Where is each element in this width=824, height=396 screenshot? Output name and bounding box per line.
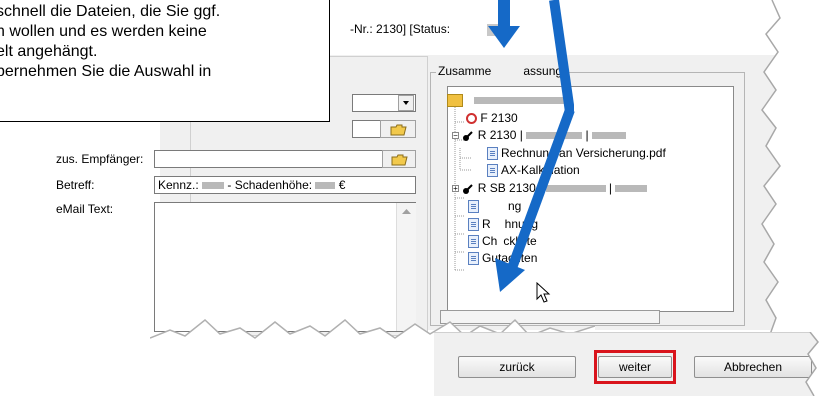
tree-item-case[interactable]: F 2130	[466, 110, 518, 126]
torn-edge-panel	[805, 332, 824, 396]
back-button[interactable]: zurück	[458, 356, 576, 378]
document-icon	[487, 147, 498, 161]
expand-icon[interactable]: +	[452, 185, 459, 193]
to-browse-button[interactable]	[380, 120, 416, 138]
window-title: -Nr.: 2130] [Status:	[350, 22, 451, 36]
redacted-plate	[202, 182, 225, 190]
tree-item-checklist[interactable]: Ch ckliste	[468, 233, 537, 249]
subject-suffix: €	[335, 178, 346, 192]
folder-icon	[447, 94, 463, 108]
arrow-top-segment	[549, 0, 574, 113]
paperclip-icon	[462, 130, 474, 142]
subject-middle: - Schadenhöhe:	[224, 178, 316, 192]
document-icon	[487, 164, 498, 178]
tree-item-doc7[interactable]: Rhnung	[468, 216, 538, 232]
tooltip-callout: schnell die Dateien, die Sie ggf. n woll…	[0, 0, 330, 122]
cancel-button[interactable]: Abbrechen	[694, 356, 812, 378]
redacted	[526, 132, 583, 140]
subject-label: Betreff:	[56, 178, 95, 192]
document-icon	[468, 235, 479, 249]
redacted	[615, 185, 648, 193]
redacted	[592, 132, 627, 140]
redacted-amount	[315, 182, 336, 190]
body-label: eMail Text:	[56, 202, 114, 216]
redacted	[545, 185, 606, 193]
dropdown-button[interactable]	[398, 95, 414, 111]
subject-prefix: Kennz.:	[158, 178, 203, 192]
stop-icon	[466, 113, 477, 125]
status-blur	[487, 24, 501, 36]
divider	[434, 332, 824, 333]
tree-item-invoice-pdf[interactable]: Rechnung an Versicherung.pdf	[487, 145, 666, 161]
folder-icon	[390, 124, 407, 136]
scroll-up-icon	[402, 209, 411, 214]
tooltip-line-1: schnell die Dateien, die Sie ggf.	[0, 3, 221, 20]
document-icon	[468, 218, 479, 232]
document-icon	[468, 200, 479, 214]
cc-field[interactable]	[154, 150, 384, 168]
document-icon	[468, 252, 479, 266]
collapse-icon[interactable]: −	[452, 132, 459, 140]
next-button[interactable]: weiter	[598, 356, 672, 378]
tree-item-doc6[interactable]: ng	[468, 198, 521, 214]
tree-item-invoice[interactable]: − R 2130 | |	[452, 127, 627, 143]
folder-icon	[391, 154, 408, 166]
cc-label: zus. Empfänger:	[56, 152, 144, 166]
paperclip-icon	[462, 183, 474, 195]
tooltip-line-4: bernehmen Sie die Auswahl in	[0, 63, 212, 80]
cc-browse-button[interactable]	[382, 150, 416, 168]
subject-field[interactable]: Kennz.: - Schadenhöhe: €	[154, 176, 416, 194]
tooltip-line-2: n wollen und es werden keine	[0, 23, 207, 40]
tooltip-line-3: elt angehängt.	[0, 43, 98, 60]
tree-item-sb[interactable]: + R SB 2130 | |	[452, 180, 648, 196]
tree-item-calculation[interactable]: AX-Kalkulation	[487, 162, 580, 178]
torn-edge-right	[761, 0, 824, 340]
tree-item-report[interactable]: Gutachten	[468, 250, 537, 266]
